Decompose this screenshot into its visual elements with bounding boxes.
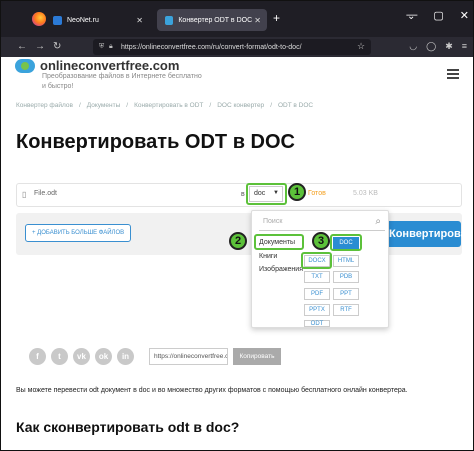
file-icon: ▯ bbox=[22, 190, 27, 199]
file-size: 5.03 KB bbox=[353, 190, 378, 197]
tab-converter[interactable]: Конвертер ODT в DOC онлайн ✕ bbox=[157, 9, 267, 31]
pocket-icon[interactable]: ◡ bbox=[409, 41, 417, 52]
forward-icon[interactable]: → bbox=[35, 41, 45, 52]
site-logo-icon[interactable] bbox=[15, 59, 35, 73]
tab-bar: NeoNet.ru ✕ Конвертер ODT в DOC онлайн ✕… bbox=[1, 1, 473, 37]
share-url-field[interactable]: https://onlineconvertfree.com/ru/convert… bbox=[149, 348, 228, 365]
format-option-odt[interactable]: ODT bbox=[304, 320, 330, 327]
twitter-share-icon[interactable]: t bbox=[51, 348, 68, 365]
step-badge-3: 3 bbox=[312, 232, 330, 250]
status-text: Готов bbox=[308, 190, 326, 197]
site-tagline: Преобразование файлов в Интернете беспла… bbox=[42, 73, 202, 90]
format-option-pptx[interactable]: PPTX bbox=[304, 304, 330, 316]
highlight-doc bbox=[330, 234, 362, 251]
format-option-pdf[interactable]: PDF bbox=[304, 288, 330, 300]
site-logo[interactable]: onlineconvertfree.com bbox=[40, 58, 179, 73]
bookmark-star-icon[interactable]: ☆ bbox=[357, 41, 365, 52]
odnoklassniki-share-icon[interactable]: ok bbox=[95, 348, 112, 365]
page-title: Конвертировать ODT в DOC bbox=[16, 131, 296, 153]
highlight-format-select bbox=[246, 183, 287, 205]
tab-neonet[interactable]: NeoNet.ru ✕ bbox=[49, 9, 149, 31]
extensions-icon[interactable]: ✱ bbox=[445, 41, 453, 52]
close-tab-icon[interactable]: ✕ bbox=[136, 16, 143, 25]
new-tab-icon[interactable]: + bbox=[273, 11, 280, 25]
search-icon: ⌕ bbox=[375, 216, 381, 227]
breadcrumb: Конвертер файлов / Документы / Конвертир… bbox=[16, 102, 313, 109]
breadcrumb-separator: / bbox=[209, 102, 212, 109]
format-option-txt[interactable]: TXT bbox=[304, 271, 330, 283]
facebook-share-icon[interactable]: f bbox=[29, 348, 46, 365]
step-badge-2: 2 bbox=[229, 232, 247, 250]
tab-title: NeoNet.ru bbox=[67, 16, 99, 24]
breadcrumb-separator: / bbox=[270, 102, 272, 109]
breadcrumb-item[interactable]: Документы bbox=[87, 102, 121, 109]
copy-button[interactable]: Копировать bbox=[233, 348, 281, 365]
window-controls: — ▢ ✕ bbox=[406, 9, 469, 22]
maximize-icon[interactable]: ▢ bbox=[433, 9, 443, 22]
step-badge-1: 1 bbox=[288, 183, 306, 201]
vk-share-icon[interactable]: vk bbox=[73, 348, 90, 365]
back-icon[interactable]: ← bbox=[17, 41, 27, 52]
file-row bbox=[16, 183, 462, 207]
reload-icon[interactable]: ↻ bbox=[53, 41, 61, 52]
breadcrumb-item[interactable]: Конвертер файлов bbox=[16, 102, 73, 109]
toolbar-icons: ◡ ◯ ✱ ≡ bbox=[409, 41, 467, 52]
description-text: Вы можете перевести odt документ в doc и… bbox=[16, 387, 408, 394]
breadcrumb-item: ODT в DOC bbox=[278, 102, 314, 109]
browser-window: NeoNet.ru ✕ Конвертер ODT в DOC онлайн ✕… bbox=[0, 0, 474, 451]
format-search-input[interactable]: Поиск ⌕ bbox=[259, 215, 385, 231]
minimize-icon[interactable]: — bbox=[406, 9, 417, 22]
format-option-rtf[interactable]: RTF bbox=[333, 304, 359, 316]
format-option-html[interactable]: HTML bbox=[333, 255, 359, 267]
search-placeholder: Поиск bbox=[263, 218, 283, 225]
lock-icon[interactable]: 🔒︎ bbox=[109, 43, 113, 51]
category-images[interactable]: Изображения bbox=[259, 266, 303, 273]
converter-favicon-icon bbox=[165, 15, 174, 25]
account-icon[interactable]: ◯ bbox=[426, 41, 436, 52]
firefox-icon[interactable] bbox=[32, 12, 46, 26]
file-name: File.odt bbox=[34, 190, 57, 197]
tab-title: Конвертер ODT в DOC онлайн bbox=[178, 16, 254, 24]
breadcrumb-item[interactable]: Конвертировать в ODT bbox=[134, 102, 203, 109]
format-option-pdb[interactable]: PDB bbox=[333, 271, 359, 283]
breadcrumb-separator: / bbox=[126, 102, 129, 109]
highlight-documents bbox=[254, 234, 304, 250]
to-label: в bbox=[241, 191, 245, 198]
add-more-files-button[interactable]: + ДОБАВИТЬ БОЛЬШЕ ФАЙЛОВ bbox=[25, 224, 131, 242]
category-books[interactable]: Книги bbox=[259, 253, 277, 260]
url-text: https://onlineconvertfree.com/ru/convert… bbox=[121, 43, 302, 51]
navigation-bar: ← → ↻ ⛨ 🔒︎ https://onlineconvertfree.com… bbox=[1, 37, 473, 57]
menu-icon[interactable]: ≡ bbox=[462, 41, 467, 52]
shield-icon[interactable]: ⛨ bbox=[99, 43, 104, 51]
breadcrumb-separator: / bbox=[78, 102, 81, 109]
address-bar[interactable]: ⛨ 🔒︎ https://onlineconvertfree.com/ru/co… bbox=[93, 39, 371, 55]
close-window-icon[interactable]: ✕ bbox=[460, 9, 469, 22]
format-option-ppt[interactable]: PPT bbox=[333, 288, 359, 300]
breadcrumb-item[interactable]: DOC конвертер bbox=[217, 102, 264, 109]
close-tab-icon[interactable]: ✕ bbox=[254, 16, 261, 25]
linkedin-share-icon[interactable]: in bbox=[117, 348, 134, 365]
section-heading: Как сконвертировать odt в doc? bbox=[16, 419, 240, 435]
highlight-docx bbox=[301, 252, 332, 269]
hamburger-menu-icon[interactable] bbox=[447, 69, 459, 79]
neonet-favicon-icon bbox=[53, 15, 62, 25]
